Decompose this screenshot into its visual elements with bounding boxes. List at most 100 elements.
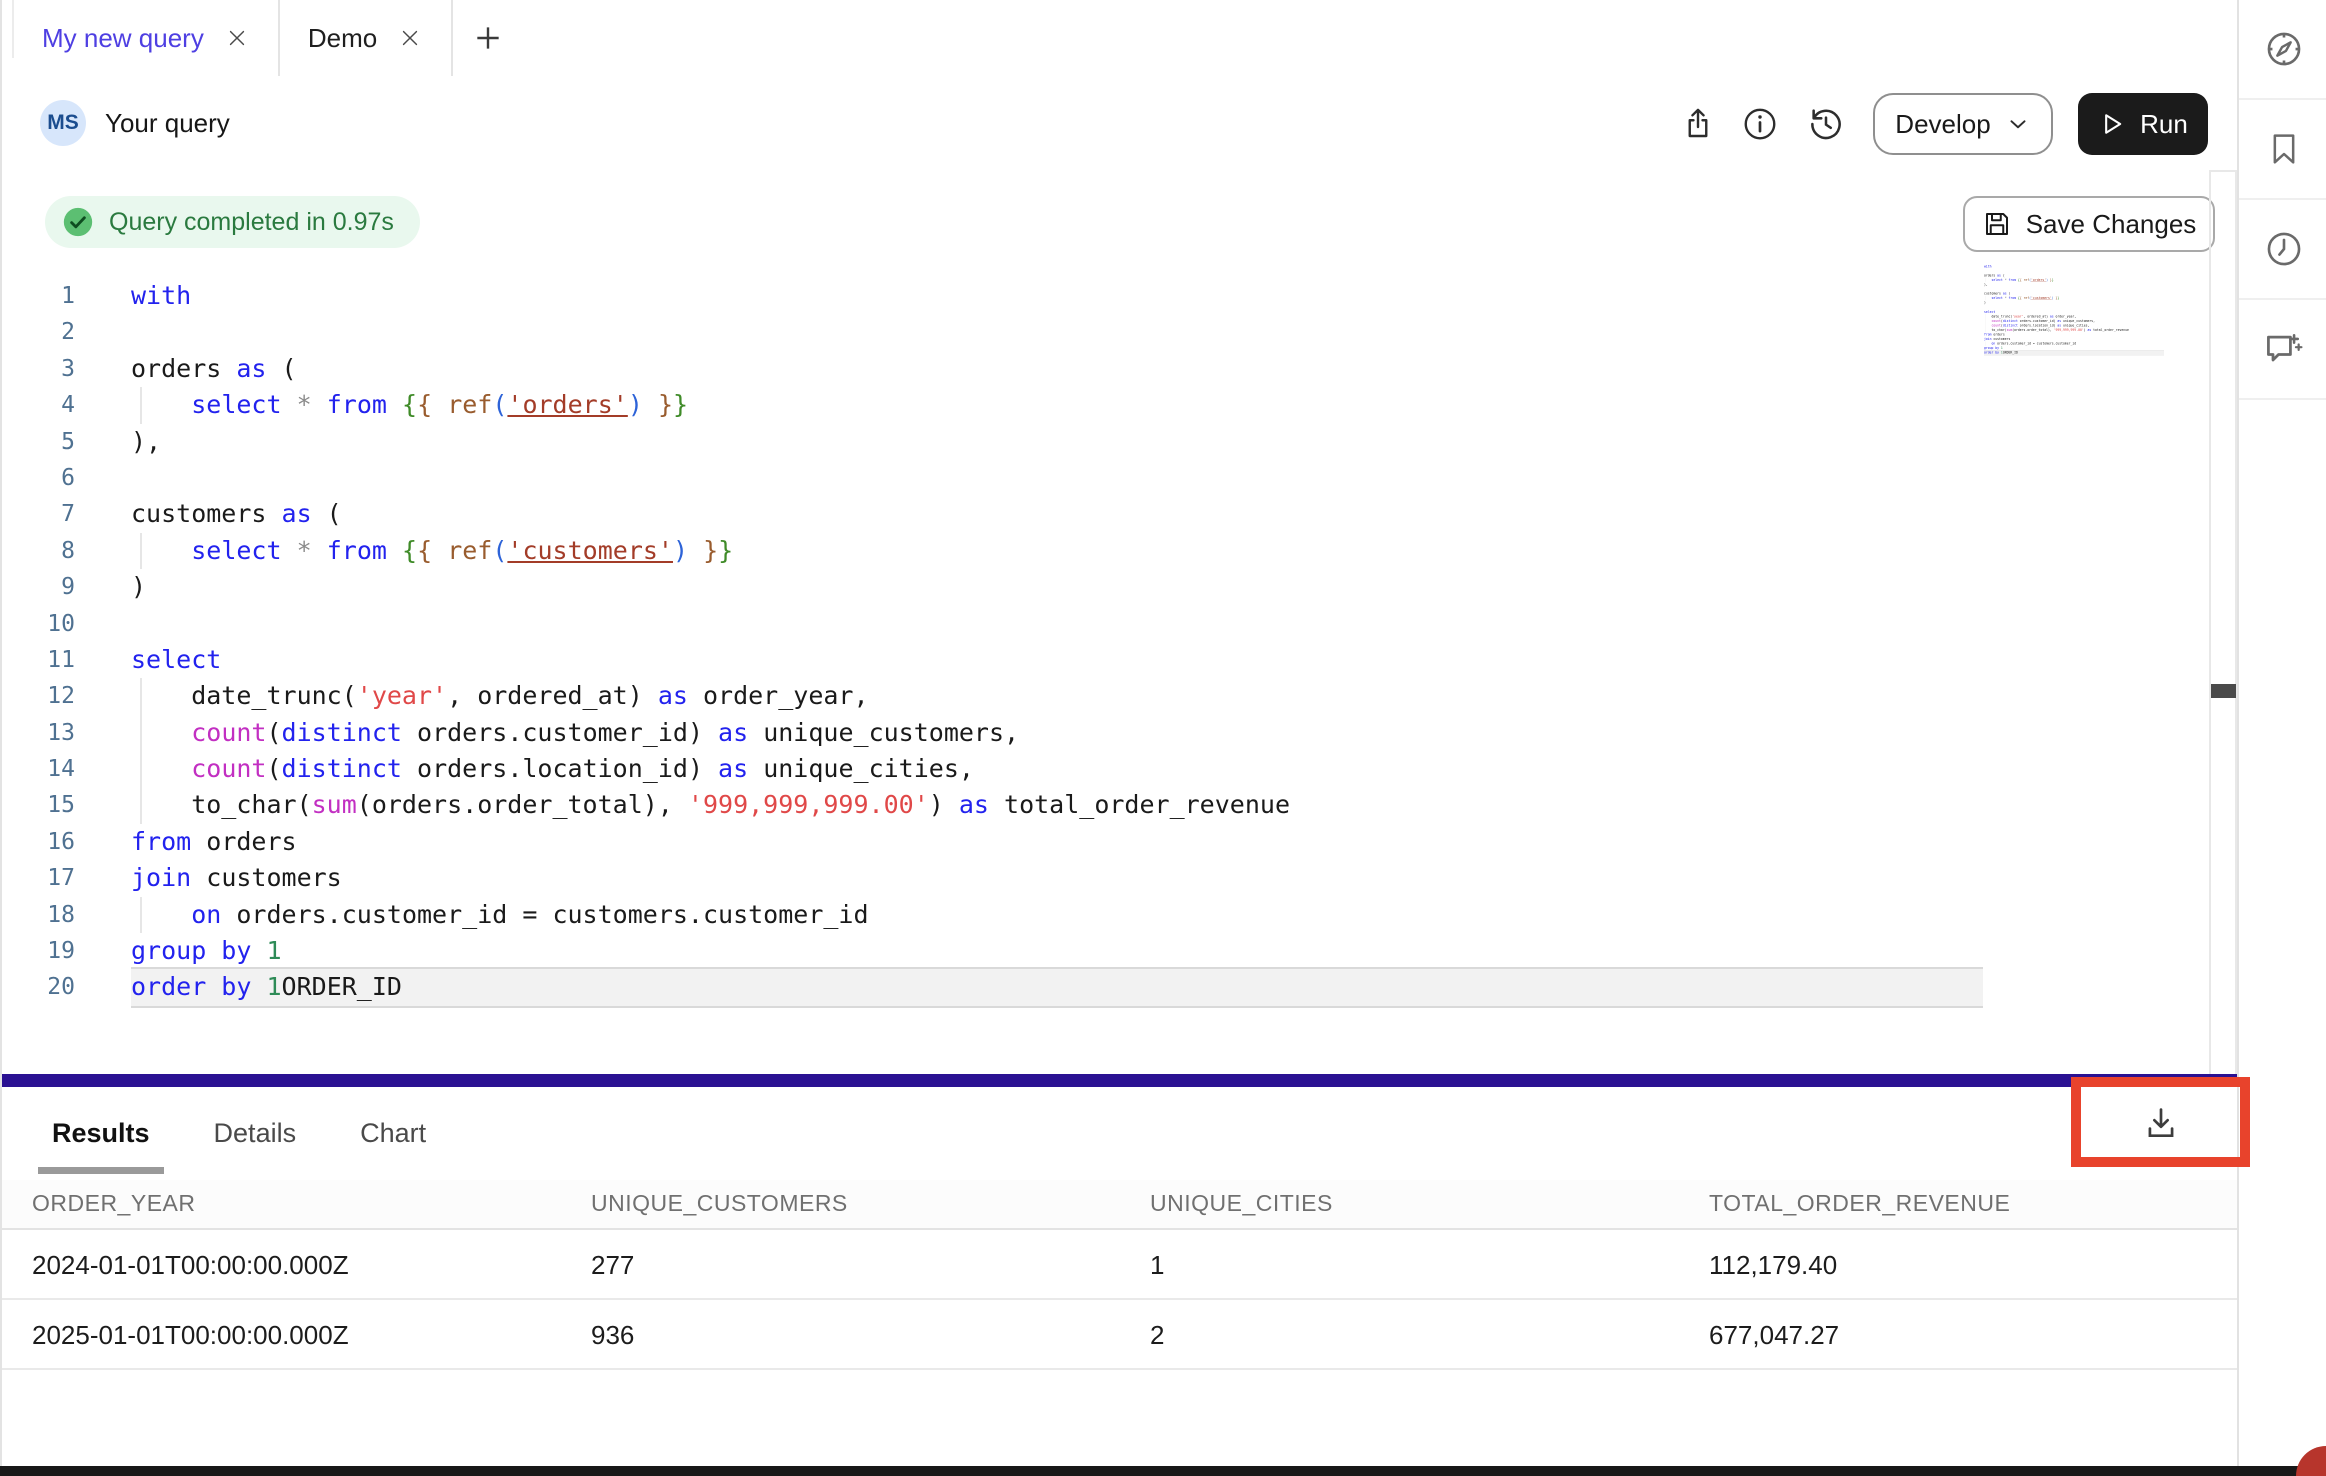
tab-label: My new query (42, 23, 204, 54)
line-number: 12 (0, 678, 75, 714)
status-message: Query completed in 0.97s (109, 208, 394, 237)
code-line[interactable]: 11 select (0, 642, 2209, 678)
line-number: 19 (0, 933, 75, 969)
sidebar-item-history[interactable] (2239, 200, 2326, 300)
code-line[interactable]: 4 select * from {{ ref('orders') }} (0, 387, 2209, 423)
code-text: select * from {{ ref('customers') }} (131, 533, 733, 569)
close-icon[interactable] (226, 27, 248, 49)
code-line[interactable]: 19 group by 1 (0, 933, 2209, 969)
code-line[interactable]: 13 count(distinct orders.customer_id) as… (0, 715, 2209, 751)
sql-editor[interactable]: 1 with23 orders as (4 select * from {{ ref… (0, 170, 2209, 1074)
column-header[interactable]: TOTAL_ORDER_REVENUE (1709, 1190, 2010, 1217)
develop-label: Develop (1895, 109, 1990, 140)
code-text: select (131, 642, 221, 678)
editor-tab[interactable]: Demo (280, 0, 453, 76)
line-number: 15 (0, 787, 75, 823)
code-text: on orders.customer_id = customers.custom… (131, 897, 869, 933)
table-cell: 2025-01-01T00:00:00.000Z (32, 1320, 349, 1351)
code-text: orders as ( (131, 351, 297, 387)
check-circle-icon (61, 205, 95, 239)
code-text: from orders (131, 824, 297, 860)
line-number: 1 (0, 278, 75, 314)
column-header[interactable]: UNIQUE_CITIES (1150, 1190, 1333, 1217)
code-text: order by 1ORDER_ID (131, 967, 1983, 1007)
table-cell: 112,179.40 (1709, 1250, 1837, 1281)
history-button[interactable] (1806, 104, 1846, 144)
code-text: with (131, 278, 191, 314)
code-line[interactable]: 9) (0, 569, 2209, 605)
close-icon[interactable] (399, 27, 421, 49)
sidebar-item-bookmarks[interactable] (2239, 100, 2326, 200)
status-badge: Query completed in 0.97s (45, 196, 420, 248)
line-number: 8 (0, 533, 75, 569)
table-row[interactable]: 2024-01-01T00:00:00.000Z2771112,179.40 (0, 1230, 2237, 1300)
line-number: 3 (0, 351, 75, 387)
line-number: 11 (0, 642, 75, 678)
code-line[interactable]: 16 from orders (0, 824, 2209, 860)
code-line[interactable]: 7customers as ( (0, 496, 2209, 532)
code-line[interactable]: 3 orders as ( (0, 351, 2209, 387)
code-line[interactable]: 1 with (0, 278, 2209, 314)
code-line[interactable]: 18 on orders.customer_id = customers.cus… (0, 897, 2209, 933)
code-line[interactable]: 17join customers (0, 860, 2209, 896)
results-tab-chart[interactable]: Chart (360, 1087, 426, 1180)
results-table: ORDER_YEAR UNIQUE_CUSTOMERS UNIQUE_CITIES T… (0, 1180, 2237, 1370)
code-line[interactable]: order by 1ORDER_ID (1984, 350, 2164, 355)
code-line[interactable]: 14 count(distinct orders.location_id) as… (0, 751, 2209, 787)
avatar: MS (40, 100, 86, 146)
develop-button[interactable]: Develop (1873, 93, 2053, 155)
window-left-edge (0, 0, 2, 1476)
code-text: ), (131, 424, 161, 460)
scrollbar-thumb[interactable] (2211, 684, 2236, 698)
tabbar-left-edge (0, 0, 14, 58)
plus-icon (472, 22, 504, 54)
new-tab-button[interactable] (453, 0, 523, 76)
table-row[interactable]: 2025-01-01T00:00:00.000Z9362677,047.27 (0, 1300, 2237, 1370)
editor-tab[interactable]: My new query (14, 0, 280, 76)
scrollbar-track[interactable] (2209, 170, 2237, 1074)
share-button[interactable] (1678, 104, 1718, 144)
code-lines: 1 with23 orders as (4 select * from {{ ref… (0, 278, 2209, 1006)
run-label: Run (2140, 109, 2188, 140)
code-line[interactable]: 10 (0, 606, 2209, 642)
results-tab-results[interactable]: Results (52, 1087, 150, 1180)
clock-icon (2263, 228, 2305, 270)
run-button[interactable]: Run (2078, 93, 2208, 155)
code-text: select * from {{ ref('orders') }} (131, 387, 688, 423)
play-icon (2098, 110, 2126, 138)
code-text: ) (131, 569, 146, 605)
minimap-code: withorders as ( select * from {{ ref('or… (1984, 264, 2164, 355)
info-icon (1741, 105, 1779, 143)
code-text: to_char(sum(orders.order_total), '999,99… (131, 787, 1290, 823)
sidebar-item-assistant[interactable] (2239, 300, 2326, 400)
table-cell: 2024-01-01T00:00:00.000Z (32, 1250, 349, 1281)
tab-bar: My new query Demo (0, 0, 2237, 78)
table-cell: 1 (1150, 1250, 1164, 1281)
code-line[interactable]: 20 order by 1ORDER_ID (0, 969, 2209, 1005)
minimap[interactable]: withorders as ( select * from {{ ref('or… (1984, 264, 2164, 374)
code-line[interactable]: 12 date_trunc('year', ordered_at) as ord… (0, 678, 2209, 714)
save-changes-button[interactable]: Save Changes (1963, 196, 2215, 252)
compass-icon (2263, 28, 2305, 70)
line-number: 5 (0, 424, 75, 460)
results-tab-bar: Results Details Chart (0, 1087, 2237, 1180)
code-line[interactable]: 2 (0, 314, 2209, 350)
code-line[interactable]: 6 (0, 460, 2209, 496)
code-line[interactable]: 8 select * from {{ ref('customers') }} (0, 533, 2209, 569)
line-number: 20 (0, 969, 75, 1005)
panel-splitter[interactable] (0, 1074, 2237, 1087)
line-number: 9 (0, 569, 75, 605)
code-text: group by 1 (131, 933, 282, 969)
page-title: Your query (105, 108, 230, 139)
results-tab-details[interactable]: Details (214, 1087, 297, 1180)
column-header[interactable]: UNIQUE_CUSTOMERS (591, 1190, 848, 1217)
code-line[interactable]: 15 to_char(sum(orders.order_total), '999… (0, 787, 2209, 823)
line-number: 16 (0, 824, 75, 860)
save-changes-label: Save Changes (2026, 209, 2197, 240)
annotation-highlight (2071, 1077, 2250, 1167)
column-header[interactable]: ORDER_YEAR (32, 1190, 195, 1217)
sidebar-item-explore[interactable] (2239, 0, 2326, 100)
code-line[interactable]: 5), (0, 424, 2209, 460)
app-window: My new query Demo MS Your query Develop (0, 0, 2326, 1476)
info-button[interactable] (1740, 104, 1780, 144)
